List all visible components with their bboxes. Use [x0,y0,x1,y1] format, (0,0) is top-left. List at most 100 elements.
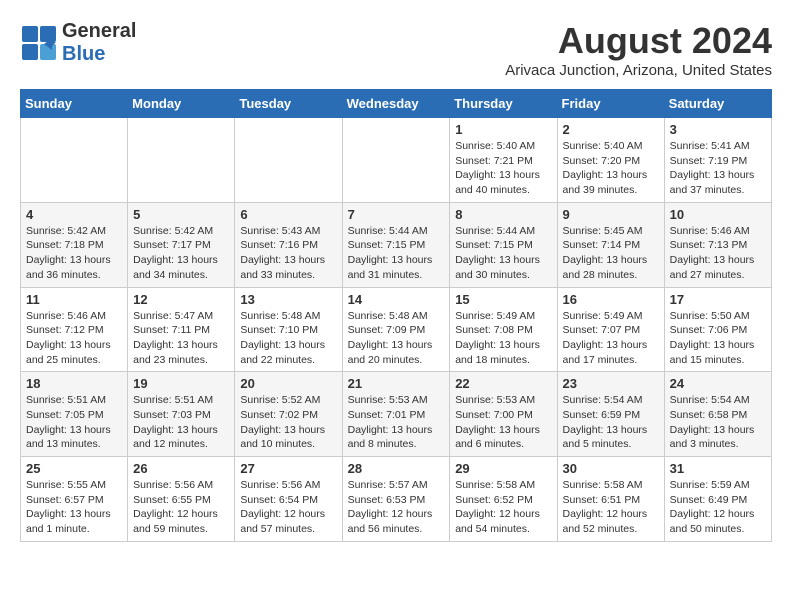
day-cell: 29 Sunrise: 5:58 AM Sunset: 6:52 PM Dayli… [450,457,557,542]
col-monday: Monday [128,90,235,118]
day-number: 12 [133,292,229,307]
day-info: Sunrise: 5:43 AM Sunset: 7:16 PM Dayligh… [240,224,336,283]
week-row-2: 4 Sunrise: 5:42 AM Sunset: 7:18 PM Daylig… [21,202,772,287]
day-info: Sunrise: 5:49 AM Sunset: 7:07 PM Dayligh… [563,309,659,368]
week-row-3: 11 Sunrise: 5:46 AM Sunset: 7:12 PM Dayli… [21,287,772,372]
day-cell: 31 Sunrise: 5:59 AM Sunset: 6:49 PM Dayli… [664,457,771,542]
day-number: 19 [133,376,229,391]
day-info: Sunrise: 5:50 AM Sunset: 7:06 PM Dayligh… [670,309,766,368]
day-info: Sunrise: 5:42 AM Sunset: 7:18 PM Dayligh… [26,224,122,283]
day-info: Sunrise: 5:41 AM Sunset: 7:19 PM Dayligh… [670,139,766,198]
day-cell: 30 Sunrise: 5:58 AM Sunset: 6:51 PM Dayli… [557,457,664,542]
week-row-5: 25 Sunrise: 5:55 AM Sunset: 6:57 PM Dayli… [21,457,772,542]
day-number: 22 [455,376,551,391]
col-wednesday: Wednesday [342,90,450,118]
day-cell: 26 Sunrise: 5:56 AM Sunset: 6:55 PM Dayli… [128,457,235,542]
logo-icon [20,24,58,62]
calendar-subtitle: Arivaca Junction, Arizona, United States [505,62,772,79]
day-info: Sunrise: 5:55 AM Sunset: 6:57 PM Dayligh… [26,478,122,537]
day-cell: 15 Sunrise: 5:49 AM Sunset: 7:08 PM Dayli… [450,287,557,372]
day-number: 9 [563,207,659,222]
week-row-4: 18Sunrise: 5:51 AM Sunset: 7:05 PM Dayli… [21,372,772,457]
col-tuesday: Tuesday [235,90,342,118]
day-number: 6 [240,207,336,222]
day-cell: 2Sunrise: 5:40 AM Sunset: 7:20 PM Daylig… [557,118,664,203]
day-cell: 11 Sunrise: 5:46 AM Sunset: 7:12 PM Dayli… [21,287,128,372]
day-cell: 8 Sunrise: 5:44 AM Sunset: 7:15 PM Daylig… [450,202,557,287]
day-number: 29 [455,461,551,476]
day-number: 10 [670,207,766,222]
day-number: 14 [348,292,445,307]
day-info: Sunrise: 5:53 AM Sunset: 7:00 PM Dayligh… [455,393,551,452]
day-number: 26 [133,461,229,476]
day-info: Sunrise: 5:49 AM Sunset: 7:08 PM Dayligh… [455,309,551,368]
day-number: 4 [26,207,122,222]
day-cell: 4 Sunrise: 5:42 AM Sunset: 7:18 PM Daylig… [21,202,128,287]
day-info: Sunrise: 5:44 AM Sunset: 7:15 PM Dayligh… [348,224,445,283]
day-number: 15 [455,292,551,307]
day-info: Sunrise: 5:46 AM Sunset: 7:12 PM Dayligh… [26,309,122,368]
day-cell: 9Sunrise: 5:45 AM Sunset: 7:14 PM Daylig… [557,202,664,287]
day-info: Sunrise: 5:48 AM Sunset: 7:09 PM Dayligh… [348,309,445,368]
day-cell: 3 Sunrise: 5:41 AM Sunset: 7:19 PM Daylig… [664,118,771,203]
day-number: 28 [348,461,445,476]
day-cell: 14 Sunrise: 5:48 AM Sunset: 7:09 PM Dayli… [342,287,450,372]
day-number: 5 [133,207,229,222]
day-number: 18 [26,376,122,391]
day-number: 25 [26,461,122,476]
week-row-1: 1Sunrise: 5:40 AM Sunset: 7:21 PM Daylig… [21,118,772,203]
day-number: 2 [563,122,659,137]
day-cell [21,118,128,203]
day-number: 3 [670,122,766,137]
header-row: Sunday Monday Tuesday Wednesday Thursday… [21,90,772,118]
day-info: Sunrise: 5:54 AM Sunset: 6:58 PM Dayligh… [670,393,766,452]
page-header: General Blue August 2024 Arivaca Junctio… [20,20,772,79]
day-info: Sunrise: 5:44 AM Sunset: 7:15 PM Dayligh… [455,224,551,283]
day-cell: 21 Sunrise: 5:53 AM Sunset: 7:01 PM Dayli… [342,372,450,457]
day-info: Sunrise: 5:56 AM Sunset: 6:54 PM Dayligh… [240,478,336,537]
col-sunday: Sunday [21,90,128,118]
day-cell: 25 Sunrise: 5:55 AM Sunset: 6:57 PM Dayli… [21,457,128,542]
day-info: Sunrise: 5:48 AM Sunset: 7:10 PM Dayligh… [240,309,336,368]
day-number: 30 [563,461,659,476]
day-number: 23 [563,376,659,391]
day-number: 17 [670,292,766,307]
day-number: 13 [240,292,336,307]
day-number: 8 [455,207,551,222]
logo: General Blue [20,20,136,66]
day-cell: 1Sunrise: 5:40 AM Sunset: 7:21 PM Daylig… [450,118,557,203]
day-cell [342,118,450,203]
day-cell [235,118,342,203]
calendar-table: Sunday Monday Tuesday Wednesday Thursday… [20,89,772,542]
day-number: 24 [670,376,766,391]
day-info: Sunrise: 5:58 AM Sunset: 6:52 PM Dayligh… [455,478,551,537]
col-thursday: Thursday [450,90,557,118]
day-number: 31 [670,461,766,476]
day-cell: 17 Sunrise: 5:50 AM Sunset: 7:06 PM Dayli… [664,287,771,372]
day-cell: 5 Sunrise: 5:42 AM Sunset: 7:17 PM Daylig… [128,202,235,287]
day-info: Sunrise: 5:59 AM Sunset: 6:49 PM Dayligh… [670,478,766,537]
day-info: Sunrise: 5:56 AM Sunset: 6:55 PM Dayligh… [133,478,229,537]
day-cell: 20Sunrise: 5:52 AM Sunset: 7:02 PM Dayli… [235,372,342,457]
day-info: Sunrise: 5:51 AM Sunset: 7:03 PM Dayligh… [133,393,229,452]
calendar-title: August 2024 [505,20,772,62]
day-info: Sunrise: 5:53 AM Sunset: 7:01 PM Dayligh… [348,393,445,452]
day-info: Sunrise: 5:42 AM Sunset: 7:17 PM Dayligh… [133,224,229,283]
day-cell [128,118,235,203]
day-cell: 18Sunrise: 5:51 AM Sunset: 7:05 PM Dayli… [21,372,128,457]
day-cell: 16 Sunrise: 5:49 AM Sunset: 7:07 PM Dayli… [557,287,664,372]
day-cell: 24 Sunrise: 5:54 AM Sunset: 6:58 PM Dayli… [664,372,771,457]
day-number: 11 [26,292,122,307]
logo-blue-text: Blue [62,43,105,65]
day-number: 16 [563,292,659,307]
day-cell: 23Sunrise: 5:54 AM Sunset: 6:59 PM Dayli… [557,372,664,457]
day-info: Sunrise: 5:40 AM Sunset: 7:21 PM Dayligh… [455,139,551,198]
col-friday: Friday [557,90,664,118]
day-number: 21 [348,376,445,391]
day-cell: 7 Sunrise: 5:44 AM Sunset: 7:15 PM Daylig… [342,202,450,287]
day-info: Sunrise: 5:58 AM Sunset: 6:51 PM Dayligh… [563,478,659,537]
day-cell: 28Sunrise: 5:57 AM Sunset: 6:53 PM Dayli… [342,457,450,542]
day-number: 7 [348,207,445,222]
day-cell: 12Sunrise: 5:47 AM Sunset: 7:11 PM Dayli… [128,287,235,372]
day-cell: 27Sunrise: 5:56 AM Sunset: 6:54 PM Dayli… [235,457,342,542]
